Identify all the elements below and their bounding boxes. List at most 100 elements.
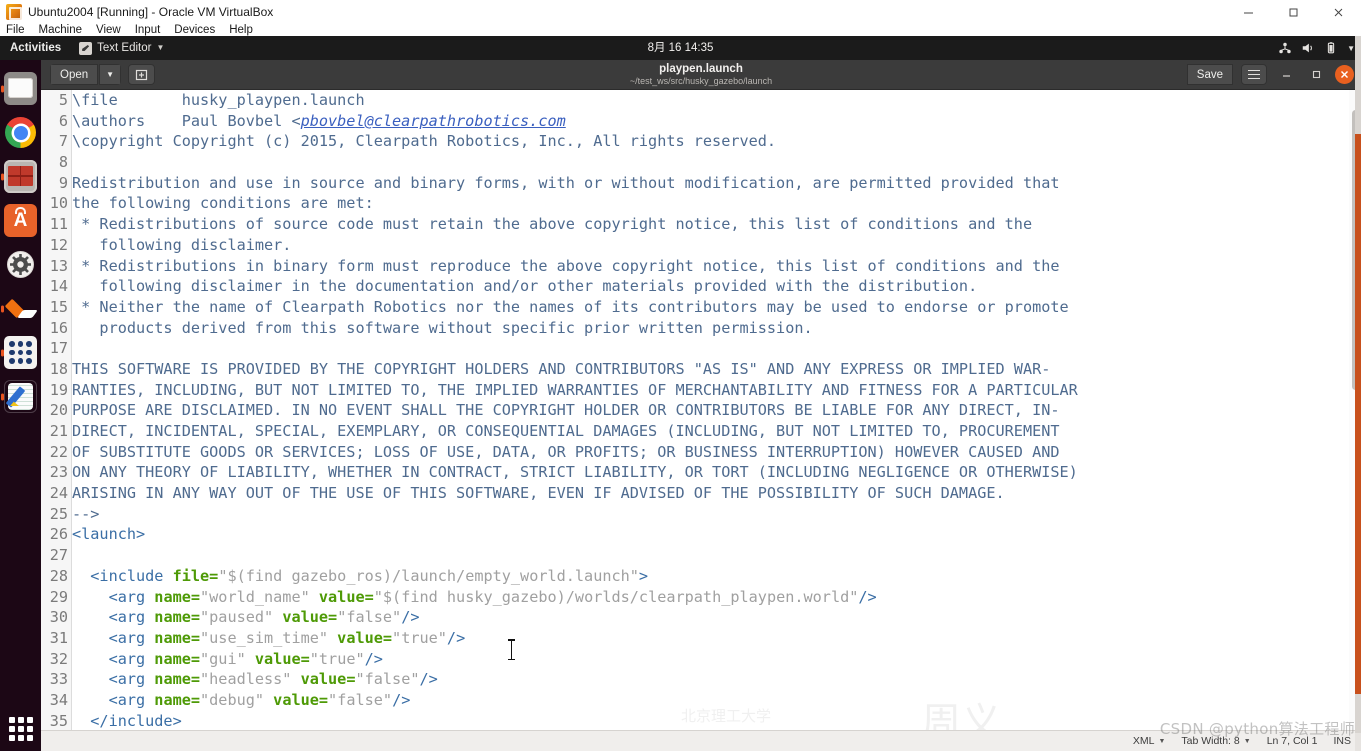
code-span: "false"	[337, 608, 402, 627]
window-close-button[interactable]	[1335, 65, 1354, 84]
code-span: name=	[154, 690, 201, 709]
code-text: <arg name="world_name" value="$(find hus…	[72, 587, 877, 608]
menu-input[interactable]: Input	[128, 24, 168, 36]
line-number: 30	[49, 608, 68, 627]
line-number: 22	[49, 442, 68, 461]
menu-devices[interactable]: Devices	[167, 24, 222, 36]
code-line: 16 products derived from this software w…	[41, 318, 1361, 339]
maximize-icon[interactable]	[1271, 0, 1316, 24]
code-text: <launch>	[72, 524, 145, 545]
line-number: 16	[49, 318, 68, 337]
code-text: \copyright Copyright (c) 2015, Clearpath…	[72, 131, 776, 152]
code-line: 28 <include file="$(find gazebo_ros)/lau…	[41, 566, 1361, 587]
code-text: following disclaimer in the documentatio…	[72, 276, 977, 297]
code-line: 21 DIRECT, INCIDENTAL, SPECIAL, EXEMPLARY…	[41, 421, 1361, 442]
open-button[interactable]: Open	[50, 64, 99, 85]
code-span: />	[419, 670, 438, 689]
line-number: 7	[58, 132, 68, 151]
code-span: />	[858, 587, 877, 606]
line-number: 13	[49, 256, 68, 275]
gedit-window: Open ▼ playpen.launch ~/test_ws/src/husk…	[41, 60, 1361, 751]
window-maximize-button[interactable]	[1305, 64, 1327, 86]
code-text: <arg name="gui" value="true"/>	[72, 649, 383, 670]
dock-item-redapp[interactable]	[4, 160, 37, 193]
code-span: RANTIES, INCLUDING, BUT NOT LIMITED TO, …	[72, 380, 1078, 399]
dock-item-chrome[interactable]	[4, 116, 37, 149]
code-text: * Neither the name of Clearpath Robotics…	[72, 297, 1069, 318]
dock-item-settings[interactable]	[4, 248, 37, 281]
virtualbox-scrollbar-thumb[interactable]	[1355, 134, 1361, 694]
virtualbox-scrollbar[interactable]	[1355, 36, 1361, 751]
show-applications-button[interactable]	[9, 717, 33, 741]
system-tray[interactable]: ▼	[1278, 36, 1355, 60]
save-button[interactable]: Save	[1186, 64, 1233, 85]
line-number: 26	[49, 525, 68, 544]
code-text: * Redistributions in binary form must re…	[72, 256, 1060, 277]
code-line: 14 following disclaimer in the documenta…	[41, 276, 1361, 297]
line-number: 34	[49, 690, 68, 709]
code-line: 19 RANTIES, INCLUDING, BUT NOT LIMITED TO…	[41, 380, 1361, 401]
code-text: <arg name="paused" value="false"/>	[72, 607, 420, 628]
app-menu-text-editor[interactable]: Text Editor ▼	[71, 36, 172, 60]
status-tab-width[interactable]: Tab Width: 8 ▼	[1181, 735, 1250, 747]
email-link[interactable]: pbovbel@clearpathrobotics.com	[301, 112, 566, 130]
editor-area[interactable]: 5 \file husky_playpen.launch 6 \authors Pau…	[41, 90, 1361, 751]
open-dropdown-button[interactable]: ▼	[98, 64, 122, 85]
clock[interactable]: 8月 16 14:35	[0, 36, 1361, 60]
gedit-headerbar: Open ▼ playpen.launch ~/test_ws/src/husk…	[41, 60, 1361, 90]
code-span: file=	[172, 566, 219, 585]
chevron-down-icon: ▼	[1347, 43, 1355, 53]
code-line: 13 * Redistributions in binary form must…	[41, 256, 1361, 277]
code-text: OF SUBSTITUTE GOODS OR SERVICES; LOSS OF…	[72, 442, 1060, 463]
line-number: 21	[49, 422, 68, 440]
network-icon	[1279, 42, 1291, 54]
close-icon[interactable]	[1316, 0, 1361, 24]
code-text: </include>	[72, 711, 181, 730]
code-span: ARISING IN ANY WAY OUT OF THE USE OF THI…	[72, 484, 1005, 503]
open-button-group: Open ▼	[50, 64, 122, 85]
virtualbox-titlebar: Ubuntu2004 [Running] - Oracle VM Virtual…	[0, 0, 1361, 24]
code-span: value=	[337, 628, 393, 647]
dock-item-help[interactable]	[4, 292, 38, 325]
code-line: 32 <arg name="gui" value="true"/>	[41, 649, 1361, 670]
code-text: Redistribution and use in source and bin…	[72, 173, 1060, 194]
activities-button[interactable]: Activities	[0, 36, 71, 60]
code-line: 35 </include>	[41, 711, 1361, 730]
status-language[interactable]: XML ▼	[1133, 735, 1166, 747]
code-line: 6 \authors Paul Bovbel <pbovbel@clearpath…	[41, 111, 1361, 132]
menu-view[interactable]: View	[89, 24, 128, 36]
code-span: \authors Paul Bovbel <	[72, 111, 301, 130]
grid-icon	[9, 341, 32, 364]
new-document-button[interactable]	[128, 64, 156, 85]
chevron-down-icon: ▼	[1243, 737, 1251, 745]
menu-file[interactable]: File	[0, 24, 32, 36]
new-document-icon	[135, 69, 148, 81]
headerbar-right-controls: Save	[1186, 64, 1361, 86]
code-text: * Redistributions of source code must re…	[72, 214, 1032, 235]
code-text: following disclaimer.	[72, 235, 291, 256]
menu-machine[interactable]: Machine	[32, 24, 89, 36]
code-line: 8	[41, 152, 1361, 173]
status-tab-width-label: Tab Width: 8	[1181, 735, 1240, 747]
menu-help[interactable]: Help	[222, 24, 260, 36]
code-span: * Redistributions in binary form must re…	[72, 256, 1060, 275]
hamburger-menu-button[interactable]	[1241, 64, 1267, 85]
code-view[interactable]: 5 \file husky_playpen.launch 6 \authors Pau…	[41, 90, 1361, 730]
dock-item-files[interactable]	[4, 72, 37, 105]
code-text: RANTIES, INCLUDING, BUT NOT LIMITED TO, …	[72, 380, 1078, 401]
code-line: 23 ON ANY THEORY OF LIABILITY, WHETHER IN…	[41, 462, 1361, 483]
code-span: "world_name"	[200, 587, 319, 606]
code-span: <arg	[72, 628, 155, 647]
code-span: value=	[318, 587, 374, 606]
code-span: products derived from this software with…	[72, 318, 813, 337]
dock-item-ubuntu-software[interactable]: A	[4, 204, 37, 237]
code-span: Redistribution and use in source and bin…	[72, 173, 1060, 192]
dock-item-text-editor[interactable]	[4, 380, 37, 413]
code-line: 25 -->	[41, 504, 1361, 525]
window-minimize-button[interactable]	[1275, 64, 1297, 86]
dock-item-grid[interactable]	[4, 336, 37, 369]
code-line: 29 <arg name="world_name" value="$(find …	[41, 587, 1361, 608]
code-line: 24 ARISING IN ANY WAY OUT OF THE USE OF T…	[41, 483, 1361, 504]
minimize-icon[interactable]	[1226, 0, 1271, 24]
code-text: \file husky_playpen.launch	[72, 90, 365, 111]
